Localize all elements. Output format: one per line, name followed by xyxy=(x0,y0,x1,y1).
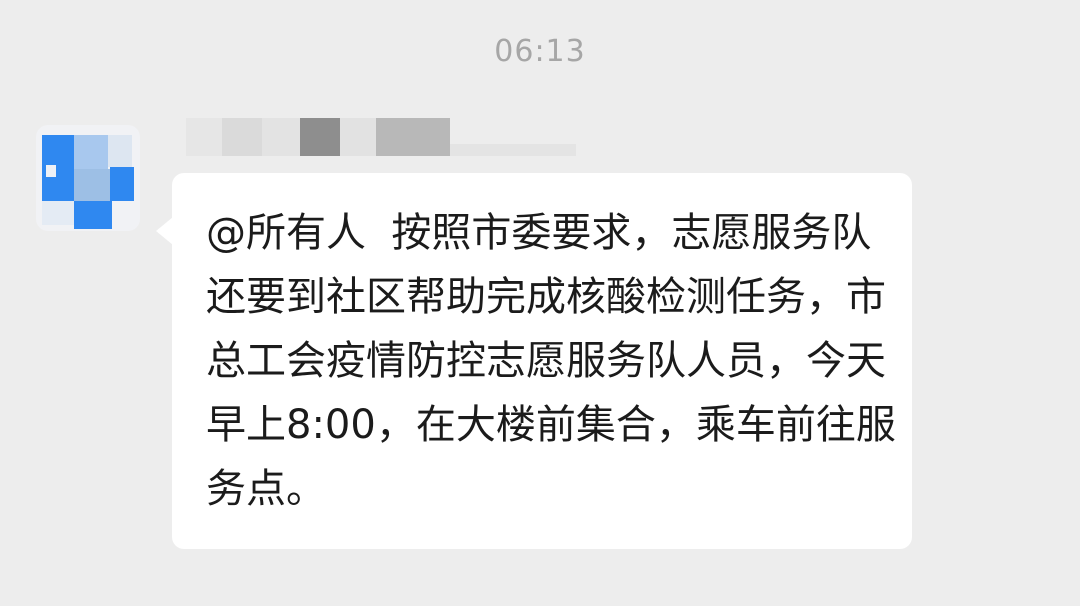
name-blur-block-7 xyxy=(450,144,576,156)
avatar-pixel-3 xyxy=(74,135,108,169)
sender-avatar[interactable] xyxy=(36,125,140,231)
name-blur-block-4 xyxy=(300,118,340,156)
avatar-pixel-2 xyxy=(46,165,56,177)
avatar-pixel-6 xyxy=(110,167,134,201)
message-bubble[interactable]: @所有人 按照市委要求，志愿服务队还要到社区帮助完成核酸检测任务，市总工会疫情防… xyxy=(156,173,912,549)
message-timestamp: 06:13 xyxy=(494,34,586,69)
name-blur-block-5 xyxy=(340,118,376,156)
avatar-pixel-8 xyxy=(42,201,74,225)
avatar-pixel-7 xyxy=(74,201,112,229)
avatar-pixel-5 xyxy=(74,169,110,201)
chat-screen: 06:13 @所有人 按照市委要求，志愿服务队还要到社区帮助完成核酸检测任务，市… xyxy=(0,0,1080,606)
name-blur-block-6 xyxy=(376,118,450,156)
name-blur-block-1 xyxy=(186,118,222,156)
sender-name-blurred xyxy=(186,118,576,156)
avatar-pixel-4 xyxy=(108,135,132,167)
name-blur-block-3 xyxy=(262,118,300,156)
message-text: @所有人 按照市委要求，志愿服务队还要到社区帮助完成核酸检测任务，市总工会疫情防… xyxy=(206,210,896,512)
name-blur-block-2 xyxy=(222,118,262,156)
